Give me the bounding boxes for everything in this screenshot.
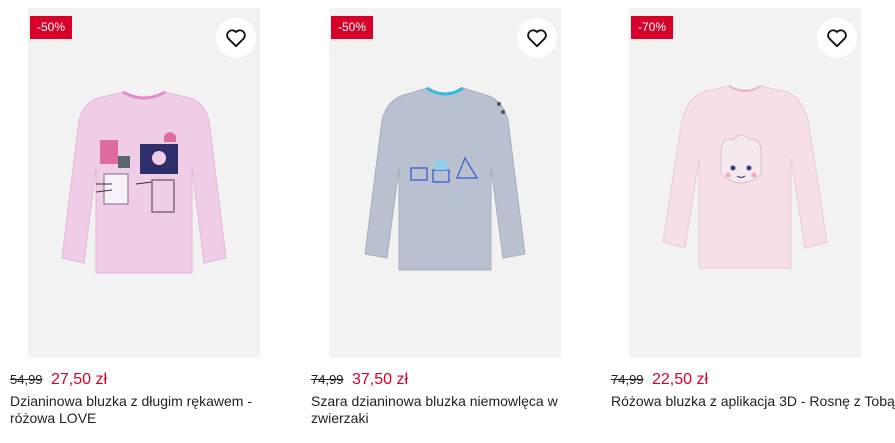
discount-badge: -50% <box>331 16 374 39</box>
product-image[interactable]: -50% <box>329 8 561 358</box>
heart-outline-icon <box>226 29 246 48</box>
add-to-favorites-button[interactable] <box>216 18 256 58</box>
product-title[interactable]: Dzianinowa bluzka z długim rękawem - róż… <box>10 393 280 427</box>
product-image[interactable]: -50% <box>28 8 260 358</box>
product-title[interactable]: Różowa bluzka z aplikacja 3D - Rosnę z T… <box>611 393 895 410</box>
pink-longsleeve-image <box>61 90 227 274</box>
heart-outline-icon <box>527 29 547 48</box>
add-to-favorites-button[interactable] <box>817 18 857 58</box>
price-row: 54,99 27,50 zł <box>10 371 107 389</box>
product-card[interactable]: -50% 74,99 37,50 zł Szara dzianinowa blu… <box>309 8 587 438</box>
add-to-favorites-button[interactable] <box>517 18 557 58</box>
old-price: 54,99 <box>10 372 43 387</box>
product-card[interactable]: -70% 74,99 22,50 zł Różowa bluzka z apli… <box>609 8 895 438</box>
price-row: 74,99 37,50 zł <box>311 371 408 389</box>
old-price: 74,99 <box>311 372 344 387</box>
pink-bunny-longsleeve-image <box>662 85 828 269</box>
sale-price: 27,50 zł <box>51 371 108 388</box>
price-row: 74,99 22,50 zł <box>611 371 708 389</box>
grey-longsleeve-image <box>364 86 526 271</box>
sale-price: 22,50 zł <box>652 371 709 388</box>
old-price: 74,99 <box>611 372 644 387</box>
heart-outline-icon <box>827 29 847 48</box>
product-image[interactable]: -70% <box>629 8 861 358</box>
product-title[interactable]: Szara dzianinowa bluzka niemowlęca w zwi… <box>311 393 581 427</box>
product-card[interactable]: -50% 54,99 27,50 zł Dzianinowa bluzka z … <box>8 8 286 438</box>
sale-price: 37,50 zł <box>352 371 409 388</box>
discount-badge: -70% <box>631 16 674 39</box>
discount-badge: -50% <box>30 16 73 39</box>
